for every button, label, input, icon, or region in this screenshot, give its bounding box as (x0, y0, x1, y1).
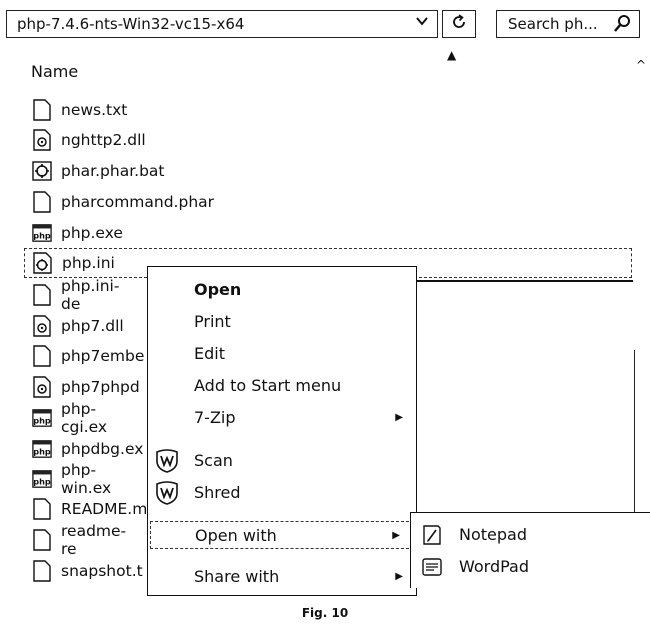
list-item[interactable]: php php.exe (32, 220, 123, 246)
file-name: pharcommand.phar (61, 193, 215, 211)
php-exe-icon: php (32, 407, 52, 429)
notepad-icon (421, 524, 443, 546)
submenu-item-wordpad[interactable]: WordPad (411, 552, 649, 582)
menu-item-label: Print (194, 312, 231, 331)
file-name: phpdbg.ex (61, 440, 144, 458)
file-name: php-cgi.ex (61, 400, 108, 436)
sort-caret-icon: ▲ (447, 48, 457, 62)
batch-file-icon (32, 160, 52, 182)
dll-file-icon (32, 129, 52, 151)
menu-item-label: Share with (194, 567, 280, 586)
menu-item-scan[interactable]: Scan (148, 447, 416, 475)
svg-text:php: php (33, 476, 51, 486)
menu-item-print[interactable]: Print (148, 308, 416, 336)
file-name: snapshot.t (61, 562, 143, 580)
menu-item-edit[interactable]: Edit (148, 340, 416, 368)
list-item[interactable]: php7.dll (32, 313, 124, 339)
submenu-arrow-icon: ▶ (392, 530, 400, 541)
submenu-item-label: Notepad (459, 525, 527, 544)
list-item[interactable]: php php-win.ex (32, 461, 111, 497)
php-exe-icon: php (32, 468, 52, 490)
menu-item-shred[interactable]: Shred (148, 479, 416, 507)
php-exe-icon: php (32, 438, 52, 460)
file-name: php7.dll (61, 317, 124, 335)
menu-item-label: Edit (194, 344, 225, 363)
list-item[interactable]: nghttp2.dll (32, 127, 146, 153)
svg-text:php: php (33, 230, 51, 240)
file-name: php.ini (62, 254, 115, 272)
dll-file-icon (32, 315, 52, 337)
search-icon[interactable] (613, 14, 631, 34)
submenu-item-label: WordPad (459, 557, 530, 576)
list-item[interactable]: snapshot.t (32, 558, 143, 584)
search-input[interactable]: Search ph... (508, 15, 598, 33)
submenu-item-notepad[interactable]: Notepad (411, 520, 649, 550)
menu-item-label: Open (194, 280, 242, 299)
svg-text:php: php (33, 446, 51, 456)
file-name: news.txt (61, 101, 128, 119)
file-name: php-win.ex (61, 461, 112, 497)
menu-item-label: Add to Start menu (194, 376, 342, 395)
svg-text:php: php (33, 415, 51, 425)
list-item[interactable]: php phpdbg.ex (32, 436, 143, 462)
list-item[interactable]: pharcommand.phar (32, 189, 214, 215)
list-item[interactable]: phar.phar.bat (32, 158, 165, 184)
file-name: php7embe (61, 347, 145, 365)
php-exe-icon: php (32, 222, 52, 244)
dll-file-icon (32, 376, 52, 398)
blank-file-icon (32, 345, 52, 367)
list-item[interactable]: php7phpd (32, 374, 140, 400)
shield-icon (154, 481, 180, 505)
menu-item-add-to-start[interactable]: Add to Start menu (148, 372, 416, 400)
blank-file-icon (32, 284, 52, 306)
context-menu: Open Print Edit Add to Start menu 7-Zip … (147, 266, 417, 596)
submenu-arrow-icon: ▶ (395, 412, 403, 423)
figure-caption: Fig. 10 (301, 606, 349, 620)
list-item[interactable]: news.txt (32, 97, 127, 123)
blank-file-icon (32, 498, 52, 520)
address-bar[interactable]: php-7.4.6-nts-Win32-vc15-x64 (6, 10, 438, 38)
list-item[interactable]: README.m (32, 496, 147, 522)
shield-icon (154, 449, 180, 473)
blank-file-icon (32, 191, 52, 213)
ini-file-icon (33, 252, 53, 274)
scroll-up-icon[interactable]: ^ (636, 58, 646, 72)
text-file-icon (32, 99, 52, 121)
refresh-button[interactable] (442, 10, 476, 38)
search-box[interactable]: Search ph... (496, 10, 640, 38)
menu-item-label: 7-Zip (194, 408, 236, 427)
address-path[interactable]: php-7.4.6-nts-Win32-vc15-x64 (17, 15, 244, 33)
menu-item-share-with[interactable]: Share with ▶ (148, 563, 416, 591)
menu-item-open[interactable]: Open (148, 276, 416, 304)
menu-item-label: Scan (194, 451, 233, 470)
list-item[interactable]: php.ini-de (32, 277, 119, 313)
divider (415, 280, 633, 282)
file-name: README.m (61, 500, 148, 518)
wordpad-icon (421, 556, 443, 578)
file-name: php7phpd (61, 378, 140, 396)
blank-file-icon (32, 529, 52, 551)
file-name: php.exe (61, 224, 123, 242)
chevron-down-icon[interactable] (415, 14, 429, 32)
list-item[interactable]: readme-re (32, 522, 126, 558)
file-name: php.ini-de (61, 277, 120, 313)
file-name: nghttp2.dll (61, 131, 146, 149)
menu-item-label: Open with (195, 526, 277, 545)
menu-item-label: Shred (194, 483, 241, 502)
file-name: phar.phar.bat (61, 162, 165, 180)
file-name: readme-re (61, 522, 127, 558)
menu-item-7zip[interactable]: 7-Zip ▶ (148, 404, 416, 432)
submenu-arrow-icon: ▶ (395, 571, 403, 582)
column-header-name[interactable]: Name (31, 62, 78, 81)
blank-file-icon (32, 560, 52, 582)
list-item[interactable]: php7embe (32, 343, 144, 369)
menu-item-open-with[interactable]: Open with ▶ (150, 521, 414, 549)
list-item[interactable]: php php-cgi.ex (32, 400, 107, 436)
refresh-icon (451, 13, 467, 35)
pane-border (634, 350, 635, 512)
open-with-submenu: Notepad WordPad (410, 512, 650, 588)
